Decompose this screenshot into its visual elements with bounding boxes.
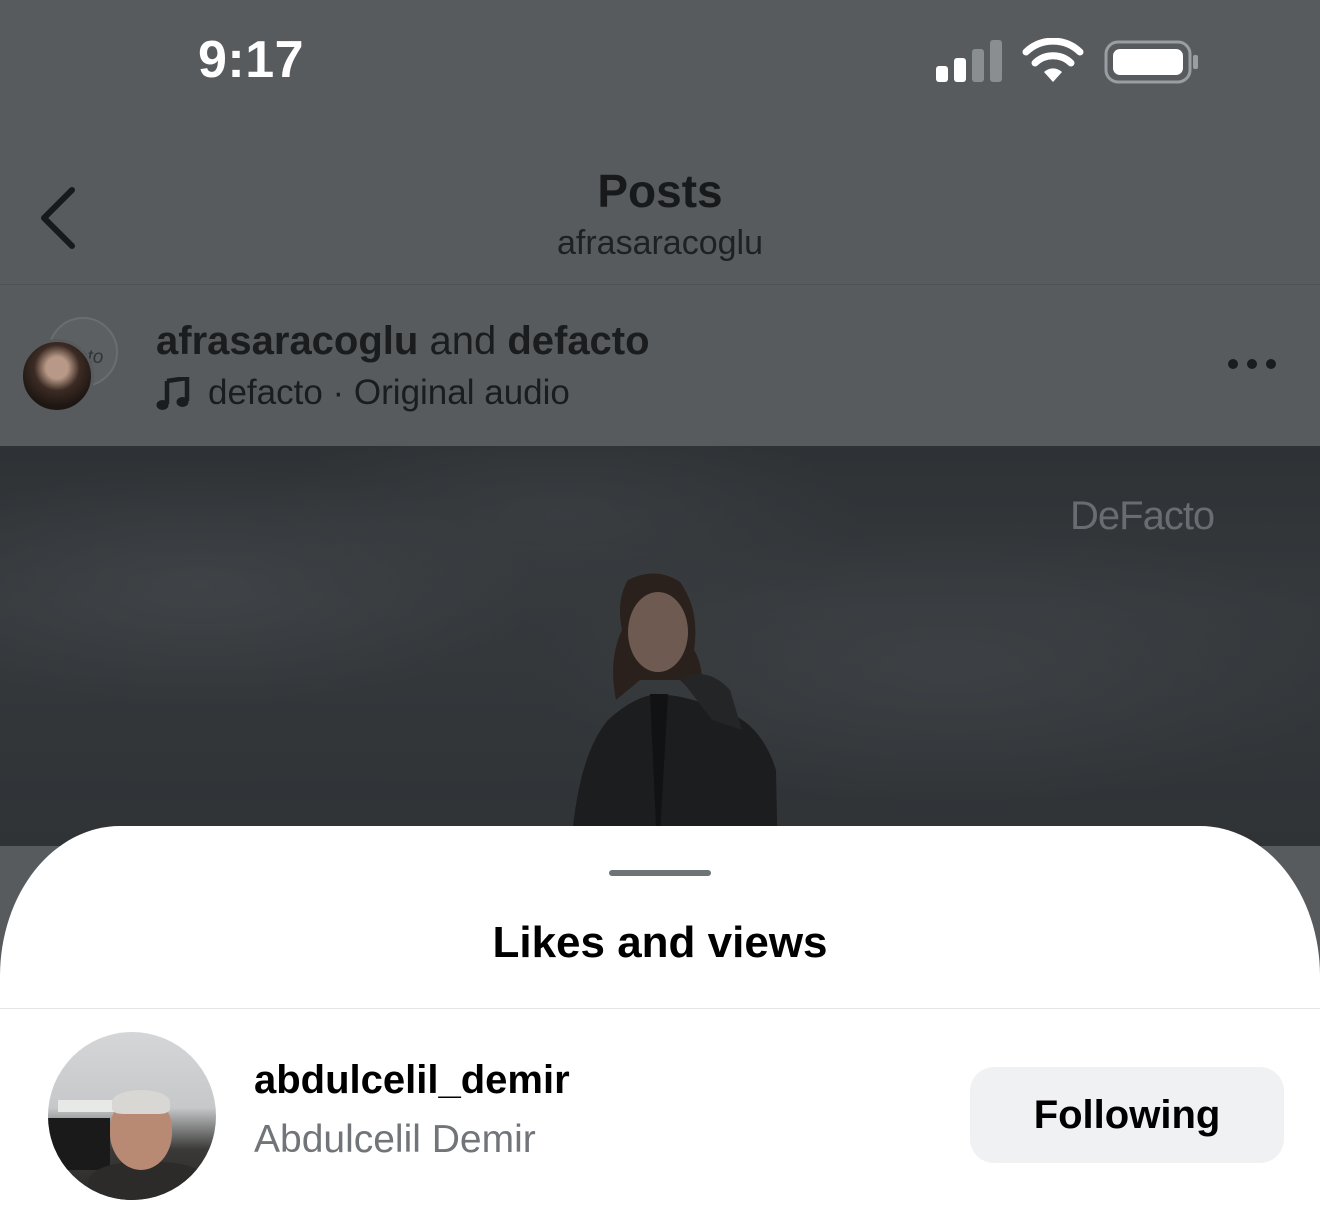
sheet-drag-handle[interactable] bbox=[609, 870, 711, 876]
page-subtitle[interactable]: afrasaracoglu bbox=[0, 224, 1320, 263]
following-button[interactable]: Following bbox=[970, 1067, 1284, 1163]
user-list-item[interactable]: abdulcelil_demir Abdulcelil Demir Follow… bbox=[0, 1024, 1320, 1204]
full-name: Abdulcelil Demir bbox=[254, 1118, 536, 1161]
sheet-title: Likes and views bbox=[492, 918, 828, 967]
post-audio-label[interactable]: defacto · Original audio bbox=[208, 373, 570, 413]
navigation-header: Posts afrasaracoglu bbox=[0, 120, 1320, 286]
status-time: 9:17 bbox=[198, 31, 305, 89]
author-avatar[interactable] bbox=[20, 339, 94, 413]
sheet-divider bbox=[0, 1008, 1320, 1009]
avatar[interactable] bbox=[48, 1032, 216, 1200]
post-header: cto afrasaracoglu and defacto defacto · … bbox=[0, 284, 1320, 446]
wifi-icon bbox=[1022, 38, 1084, 82]
post-media[interactable]: DeFacto bbox=[0, 446, 1320, 846]
battery-icon bbox=[1104, 40, 1198, 84]
screen: 9:17 Posts afrasaracoglu cto afrasaracog… bbox=[0, 0, 1320, 1216]
media-watermark: DeFacto bbox=[1070, 494, 1215, 538]
more-options-button[interactable] bbox=[1220, 351, 1284, 377]
post-authors[interactable]: afrasaracoglu and defacto bbox=[156, 319, 650, 364]
author-secondary[interactable]: defacto bbox=[507, 319, 649, 363]
page-title: Posts bbox=[597, 165, 723, 217]
likes-bottom-sheet: Likes and views abdulcelil_demir Abdulce… bbox=[0, 826, 1320, 1216]
author-primary[interactable]: afrasaracoglu bbox=[156, 319, 418, 363]
cellular-signal-icon bbox=[936, 40, 1002, 82]
music-note-icon bbox=[156, 377, 190, 410]
username[interactable]: abdulcelil_demir bbox=[254, 1058, 570, 1103]
author-joiner: and bbox=[418, 319, 508, 363]
media-subject bbox=[571, 573, 778, 846]
status-bar: 9:17 bbox=[0, 0, 1320, 120]
